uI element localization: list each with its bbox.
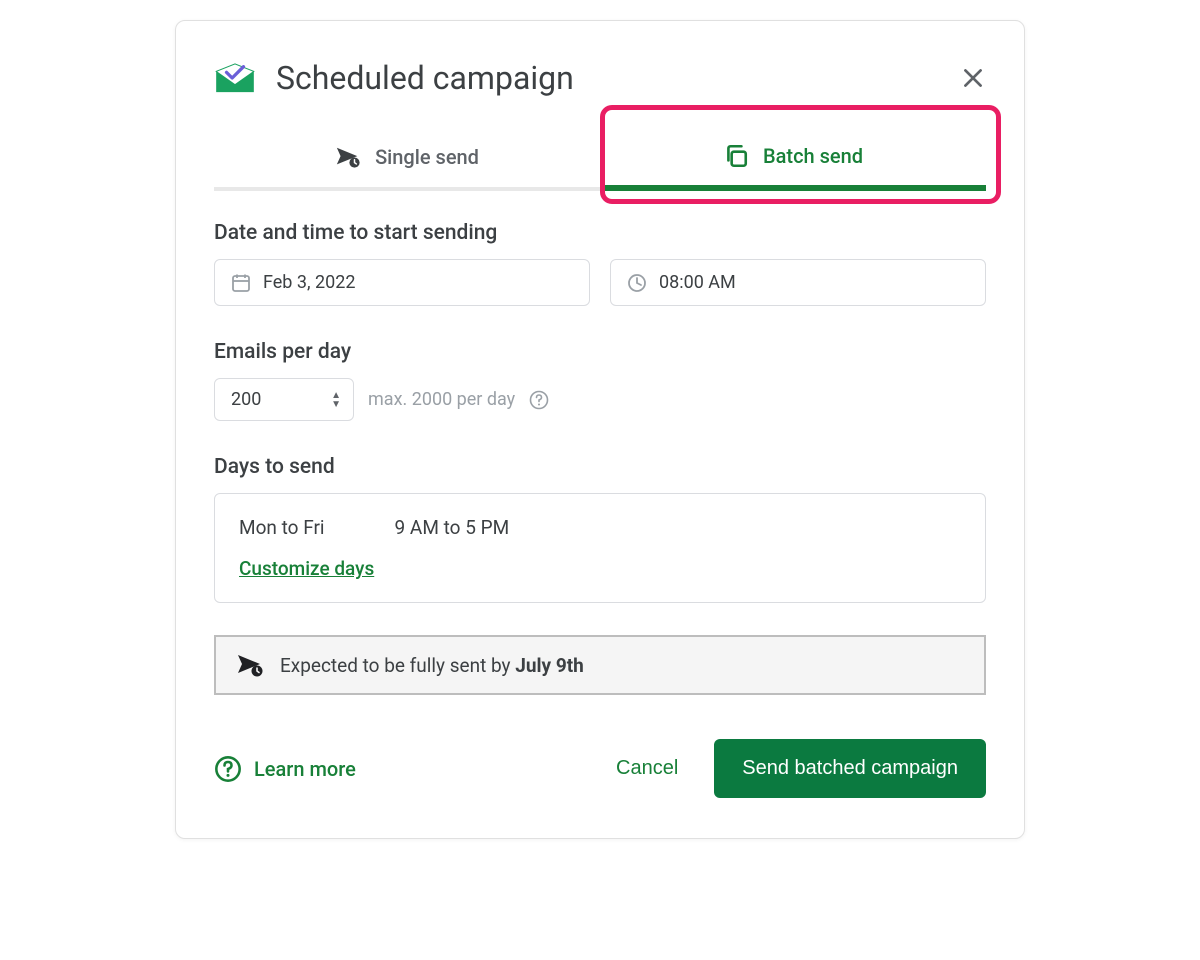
cancel-button[interactable]: Cancel [616, 757, 678, 780]
tab-single-label: Single send [375, 145, 479, 169]
date-input[interactable]: Feb 3, 2022 [214, 259, 590, 306]
tabs: Single send Batch send [214, 125, 986, 191]
days-hours: 9 AM to 5 PM [395, 516, 510, 539]
dialog-header: Scheduled campaign [214, 59, 986, 97]
datetime-row: Feb 3, 2022 08:00 AM [214, 259, 986, 306]
time-input[interactable]: 08:00 AM [610, 259, 986, 306]
close-icon[interactable] [960, 65, 986, 91]
tab-batch-label: Batch send [763, 144, 863, 168]
expected-date: July 9th [515, 654, 584, 677]
scheduled-campaign-dialog: Scheduled campaign Single send Batch sen… [175, 20, 1025, 839]
clock-icon [627, 273, 647, 293]
days-row: Mon to Fri 9 AM to 5 PM [239, 516, 961, 539]
help-icon[interactable] [529, 390, 549, 410]
emails-hint: max. 2000 per day [368, 389, 515, 410]
dialog-footer: Learn more Cancel Send batched campaign [214, 739, 986, 798]
footer-right: Cancel Send batched campaign [616, 739, 986, 798]
expected-text: Expected to be fully sent by July 9th [280, 654, 584, 677]
stepper-icon[interactable]: ▲ ▼ [331, 391, 341, 409]
expected-box: Expected to be fully sent by July 9th [214, 635, 986, 695]
tab-single-send[interactable]: Single send [214, 125, 600, 191]
calendar-icon [231, 273, 251, 293]
emails-value: 200 [231, 389, 261, 410]
envelope-check-icon [214, 62, 256, 94]
dialog-title: Scheduled campaign [276, 59, 574, 97]
emails-row: 200 ▲ ▼ max. 2000 per day [214, 378, 986, 421]
date-value: Feb 3, 2022 [263, 272, 355, 293]
expected-prefix: Expected to be fully sent by [280, 654, 515, 677]
paper-plane-clock-icon [335, 144, 361, 170]
days-range: Mon to Fri [239, 516, 325, 539]
copy-icon [723, 143, 749, 169]
days-box: Mon to Fri 9 AM to 5 PM Customize days [214, 493, 986, 603]
customize-days-link[interactable]: Customize days [239, 557, 374, 580]
days-label: Days to send [214, 455, 986, 479]
emails-label: Emails per day [214, 340, 986, 364]
help-circle-icon [214, 755, 242, 783]
learn-more-link[interactable]: Learn more [214, 755, 356, 783]
dialog-title-wrap: Scheduled campaign [214, 59, 574, 97]
send-batched-campaign-button[interactable]: Send batched campaign [714, 739, 986, 798]
emails-per-day-input[interactable]: 200 ▲ ▼ [214, 378, 354, 421]
datetime-label: Date and time to start sending [214, 221, 986, 245]
learn-more-label: Learn more [254, 757, 356, 781]
time-value: 08:00 AM [659, 272, 736, 293]
tab-batch-send[interactable]: Batch send [600, 125, 986, 191]
paper-plane-clock-icon [236, 653, 264, 677]
